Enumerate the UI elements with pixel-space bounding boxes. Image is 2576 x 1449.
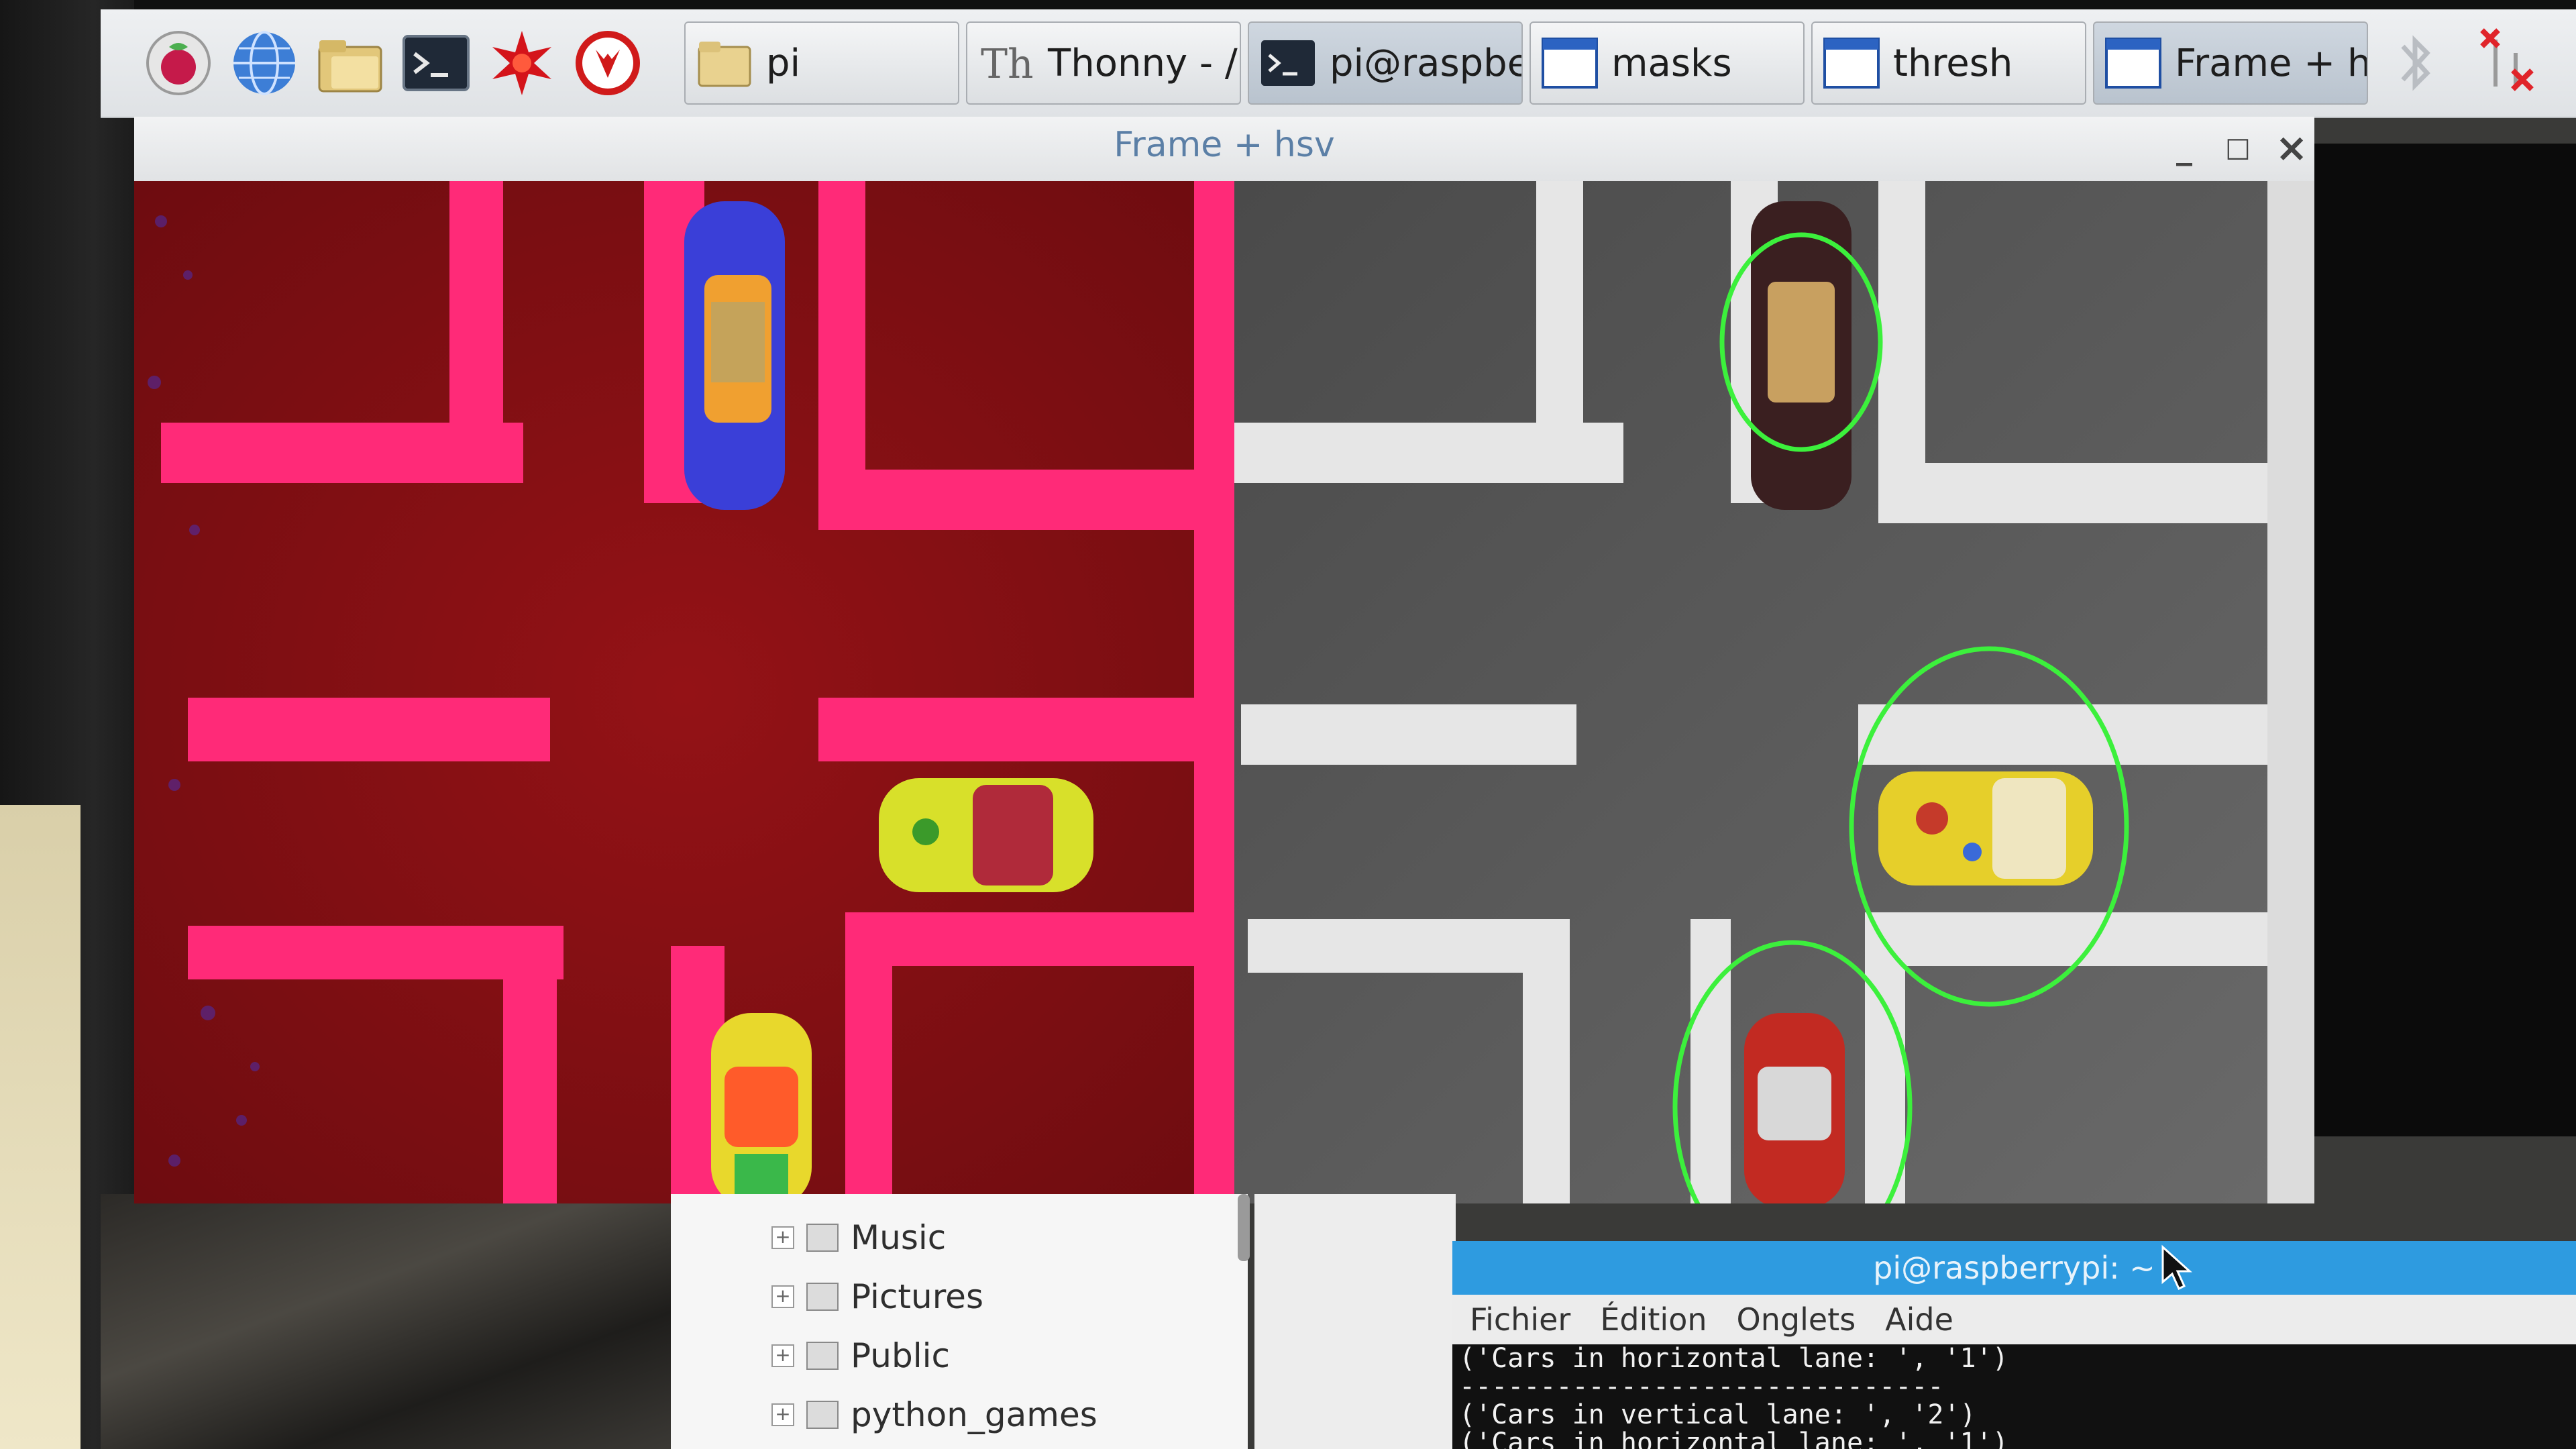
terminal-output[interactable]: ('Cars in horizontal lane: ', '1') ------… [1452,1344,2576,1449]
raspberry-menu-icon[interactable] [142,27,215,99]
expand-icon[interactable]: + [771,1285,794,1308]
network-disconnected-icon[interactable] [2469,26,2542,100]
hsv-car-top [684,201,785,510]
volume-icon[interactable] [2569,26,2576,100]
public-folder-icon [806,1342,839,1370]
terminal-line: ('Cars in horizontal lane: ', '1') [1459,1344,2008,1374]
music-folder-icon [806,1224,839,1252]
expand-icon[interactable]: + [771,1344,794,1367]
task-thonny[interactable]: Th Thonny - /... [966,21,1241,105]
minimize-button[interactable]: _ [2163,126,2206,169]
top-panel: pi Th Thonny - /... pi@raspbe... masks t… [101,9,2576,118]
svg-text:Th: Th [981,41,1034,88]
terminal-icon [1261,40,1315,86]
task-thresh[interactable]: thresh [1811,21,2086,105]
web-browser-icon[interactable] [228,27,301,99]
terminal-window: pi@raspberrypi: ~ Fichier Édition Onglet… [1452,1241,2576,1449]
task-terminal[interactable]: pi@raspbe... [1248,21,1523,105]
window-titlebar[interactable]: Frame + hsv _ □ × [134,117,2314,182]
terminal-icon[interactable] [400,27,472,99]
terminal-titlebar[interactable]: pi@raspberrypi: ~ [1452,1241,2576,1295]
frame-hsv-window: Frame + hsv _ □ × [134,117,2314,1203]
window-icon [1542,38,1598,89]
expand-icon[interactable]: + [771,1226,794,1249]
menu-aide[interactable]: Aide [1885,1301,1953,1338]
folder-icon [698,42,751,87]
file-tree-panel: + Music + Pictures + Public + python_gam… [671,1194,1248,1449]
desktop-wallpaper [101,1194,678,1449]
file-manager-icon[interactable] [314,27,386,99]
monitor-bezel-top [0,0,2576,9]
task-label: Thonny - /... [1048,41,1240,85]
maximize-button[interactable]: □ [2216,126,2259,169]
tree-item-music[interactable]: + Music [771,1214,946,1261]
task-frame-hsv[interactable]: Frame + hsv [2093,21,2368,105]
close-button[interactable]: × [2270,125,2313,170]
terminal-line: ('Cars in horizontal lane: ', '1') [1459,1428,2008,1449]
scrollbar[interactable] [1238,1194,1250,1261]
bluetooth-icon[interactable] [2388,26,2442,100]
pictures-folder-icon [806,1283,839,1311]
hsv-frame-view [134,181,1234,1203]
desk-background [0,805,80,1449]
hsv-car-bottom [711,1013,812,1203]
tree-item-public[interactable]: + Public [771,1332,950,1379]
window-title: Frame + hsv [1114,125,1335,165]
wolfram-icon[interactable] [572,27,644,99]
task-label: masks [1611,41,1732,85]
task-label: thresh [1893,41,2013,85]
window-icon [2105,38,2161,89]
mouse-cursor-icon [2161,1244,2192,1291]
panel-background [1254,1194,1456,1449]
terminal-line: ------------------------------ [1459,1371,1944,1402]
tree-item-pictures[interactable]: + Pictures [771,1273,983,1320]
task-label: pi@raspbe... [1330,41,1521,85]
folder-icon [806,1401,839,1429]
terminal-line: ('Cars in vertical lane: ', '2') [1459,1399,1976,1430]
car-yellow [1878,771,2093,885]
menu-edition[interactable]: Édition [1600,1301,1707,1338]
task-masks[interactable]: masks [1529,21,1805,105]
terminal-title: pi@raspberrypi: ~ [1873,1250,2155,1286]
terminal-menubar: Fichier Édition Onglets Aide [1452,1295,2576,1344]
menu-onglets[interactable]: Onglets [1737,1301,1856,1338]
camera-frame-view [1234,181,2314,1203]
system-tray [2388,23,2576,103]
task-label: pi [766,41,801,85]
thonny-icon: Th [981,41,1034,88]
math-icon[interactable] [486,27,558,99]
window-icon [1823,38,1880,89]
tree-item-python-games[interactable]: + python_games [771,1391,1097,1438]
task-label: Frame + hsv [2175,41,2367,85]
car-red [1744,1013,1845,1203]
expand-icon[interactable]: + [771,1403,794,1426]
hsv-car-middle [879,778,1093,892]
menu-fichier[interactable]: Fichier [1470,1301,1570,1338]
task-pi-folder[interactable]: pi [684,21,959,105]
